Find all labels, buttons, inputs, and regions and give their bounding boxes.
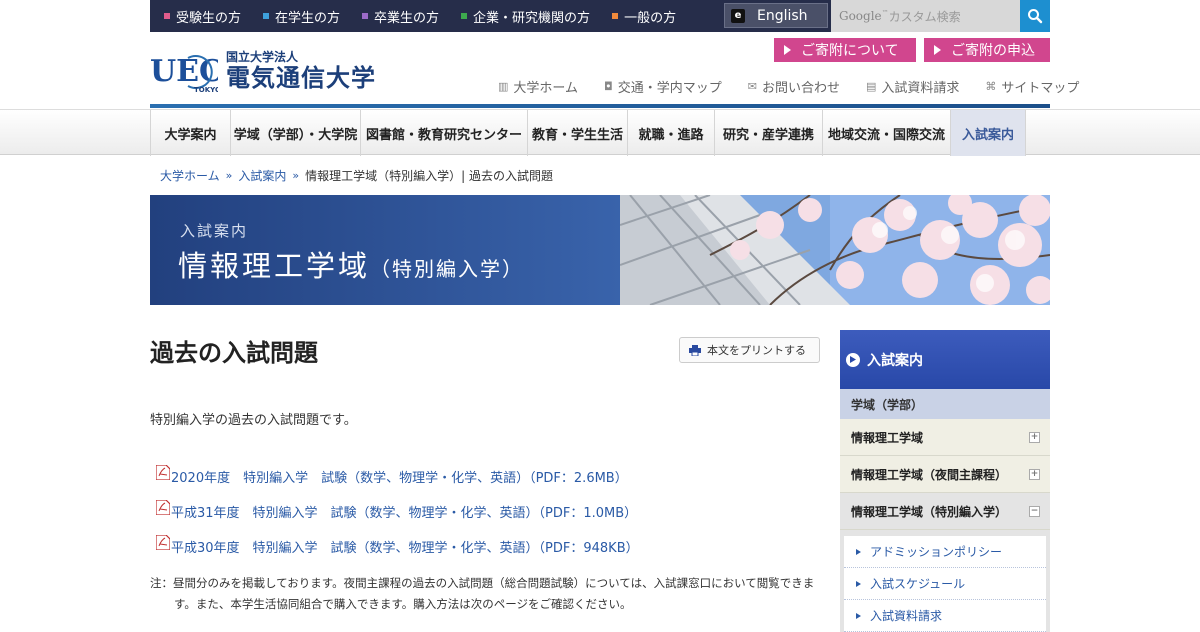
document-list: 2020年度 特別編入学 試験（数学、物理学・化学、英語）（PDF：2.6MB）…: [155, 459, 639, 564]
intro-text: 特別編入学の過去の入試問題です。: [150, 413, 357, 428]
audience-link-general[interactable]: 一般の方: [612, 7, 676, 26]
print-button[interactable]: 本文をプリントする: [679, 337, 820, 363]
pdf-icon: [155, 534, 171, 551]
hero-banner: 入試案内 情報理工学域（特別編入学）: [150, 195, 1050, 305]
mail-icon: ✉: [747, 80, 757, 93]
double-chevron-icon: »: [292, 169, 300, 182]
logo-text: 国立大学法人 電気通信大学: [226, 50, 376, 92]
sidebar-category: 学域（学部）: [840, 389, 1050, 419]
gnav-item-about[interactable]: 大学案内: [150, 110, 230, 156]
breadcrumb-home-link[interactable]: 大学ホーム: [160, 167, 220, 184]
gnav-item-admissions[interactable]: 入試案内: [950, 110, 1026, 156]
cherry-blossom-photo: [619, 195, 1050, 305]
top-bar: 受験生の方 在学生の方 卒業生の方 企業・研究機関の方 一般の方 e Engli…: [0, 0, 1200, 32]
expand-icon[interactable]: +: [1029, 468, 1040, 480]
square-bullet-icon: [263, 13, 270, 19]
top-bar-inner: 受験生の方 在学生の方 卒業生の方 企業・研究機関の方 一般の方 e Engli…: [150, 0, 1050, 32]
collapse-icon[interactable]: −: [1029, 505, 1040, 517]
global-nav-inner: 大学案内 学域（学部）・大学院 図書館・教育研究センター 教育・学生生活 就職・…: [150, 110, 1026, 156]
logo-title: 電気通信大学: [226, 64, 376, 92]
donation-about-button[interactable]: ご寄附について: [774, 38, 916, 62]
building-icon: ▥: [498, 80, 509, 93]
google-brand-text: Google: [839, 9, 882, 23]
search-icon: [1028, 9, 1043, 24]
pdf-link-h31[interactable]: 平成31年度 特別編入学 試験（数学、物理学・化学、英語）（PDF：1.0MB）: [155, 494, 639, 529]
pdf-icon: [155, 464, 171, 481]
hero-title-panel: 入試案内 情報理工学域（特別編入学）: [150, 195, 620, 305]
bus-icon: ◘: [604, 80, 613, 93]
header-divider: [150, 104, 1050, 108]
breadcrumb-current: 情報理工学域（特別編入学）| 過去の入試問題: [305, 169, 553, 183]
square-bullet-icon: [362, 13, 369, 19]
sidebar-item-informatics[interactable]: 情報理工学域 +: [840, 419, 1050, 456]
audience-link-business[interactable]: 企業・研究機関の方: [461, 7, 590, 26]
gnav-item-research[interactable]: 研究・産学連携: [714, 110, 822, 156]
square-bullet-icon: [612, 13, 619, 19]
util-link-sitemap[interactable]: ⌘ サイトマップ: [985, 77, 1079, 96]
gnav-item-career[interactable]: 就職・進路: [627, 110, 714, 156]
sidebar-subitem-schedule[interactable]: 入試スケジュール: [844, 568, 1046, 600]
util-link-home[interactable]: ▥ 大学ホーム: [498, 77, 578, 96]
arrow-right-icon: [784, 45, 791, 55]
sidebar-item-transfer[interactable]: 情報理工学域（特別編入学） −: [840, 493, 1050, 530]
gnav-item-education[interactable]: 教育・学生生活: [527, 110, 627, 156]
page-title: 過去の入試問題: [150, 339, 318, 367]
triangle-bullet-icon: [856, 548, 861, 555]
square-bullet-icon: [461, 13, 468, 19]
english-e-icon: e: [731, 8, 745, 23]
pdf-link-2020[interactable]: 2020年度 特別編入学 試験（数学、物理学・化学、英語）（PDF：2.6MB）: [155, 459, 639, 494]
arrow-right-icon: [934, 45, 941, 55]
sidebar-subitem-request[interactable]: 入試資料請求: [844, 600, 1046, 632]
audience-link-alumni[interactable]: 卒業生の方: [362, 7, 439, 26]
pdf-link-h30[interactable]: 平成30年度 特別編入学 試験（数学、物理学・化学、英語）（PDF：948KB）: [155, 529, 639, 564]
triangle-bullet-icon: [856, 612, 861, 619]
util-link-request[interactable]: ▤ 入試資料請求: [866, 77, 959, 96]
note-text: 注：昼間分のみを掲載しております。夜間主課程の過去の入試問題（総合問題試験）につ…: [150, 576, 815, 611]
sidebar-item-evening[interactable]: 情報理工学域（夜間主課程） +: [840, 456, 1050, 493]
logo-subtitle: 国立大学法人: [226, 50, 299, 64]
sidebar-heading[interactable]: 入試案内: [840, 330, 1050, 389]
search-input[interactable]: Google ™ カスタム検索: [831, 0, 1020, 32]
gnav-item-library[interactable]: 図書館・教育研究センター: [360, 110, 527, 156]
logo-mark-sub: TOKYO: [194, 86, 218, 94]
printer-icon: [689, 344, 701, 356]
utility-nav: ▥ 大学ホーム ◘ 交通・学内マップ ✉ お問い合わせ ▤ 入試資料請求 ⌘ サイトマップ: [498, 77, 1079, 96]
expand-icon[interactable]: +: [1029, 431, 1040, 443]
util-link-contact[interactable]: ✉ お問い合わせ: [748, 77, 840, 96]
audience-link-prospective[interactable]: 受験生の方: [164, 7, 241, 26]
search-button[interactable]: [1020, 0, 1050, 32]
square-bullet-icon: [164, 13, 170, 19]
global-nav: 大学案内 学域（学部）・大学院 図書館・教育研究センター 教育・学生生活 就職・…: [0, 109, 1200, 156]
english-button[interactable]: e English: [724, 3, 828, 28]
sidebar-submenu: アドミッションポリシー 入試スケジュール 入試資料請求: [840, 530, 1050, 632]
university-logo[interactable]: UEC TOKYO 国立大学法人 電気通信大学: [150, 50, 376, 94]
triangle-bullet-icon: [856, 580, 861, 587]
pdf-icon: [155, 499, 171, 516]
uec-logo-mark: UEC TOKYO: [150, 50, 223, 94]
sidebar: 入試案内 学域（学部） 情報理工学域 + 情報理工学域（夜間主課程） + 情報理…: [840, 330, 1050, 632]
audience-link-current[interactable]: 在学生の方: [263, 7, 340, 26]
gnav-item-international[interactable]: 地域交流・国際交流: [822, 110, 950, 156]
search-placeholder: カスタム検索: [888, 9, 961, 24]
double-chevron-icon: »: [225, 169, 233, 182]
breadcrumb-admissions-link[interactable]: 入試案内: [238, 167, 286, 184]
sitemap-icon: ⌘: [985, 80, 997, 93]
hero-title: 情報理工学域（特別編入学）: [178, 249, 525, 283]
note: 注：昼間分のみを掲載しております。夜間主課程の過去の入試問題（総合問題試験）につ…: [150, 573, 820, 615]
util-link-map[interactable]: ◘ 交通・学内マップ: [604, 77, 722, 96]
donation-apply-button[interactable]: ご寄附の申込: [924, 38, 1050, 62]
breadcrumb: 大学ホーム » 入試案内 » 情報理工学域（特別編入学）| 過去の入試問題: [160, 167, 553, 184]
document-icon: ▤: [865, 80, 877, 93]
hero-subtitle: 入試案内: [180, 222, 249, 240]
play-circle-icon: [846, 352, 860, 367]
sidebar-subitem-admission-policy[interactable]: アドミッションポリシー: [844, 536, 1046, 568]
audience-nav: 受験生の方 在学生の方 卒業生の方 企業・研究機関の方 一般の方: [164, 0, 698, 32]
trademark-text: ™: [881, 9, 889, 17]
gnav-item-faculties[interactable]: 学域（学部）・大学院: [230, 110, 360, 156]
